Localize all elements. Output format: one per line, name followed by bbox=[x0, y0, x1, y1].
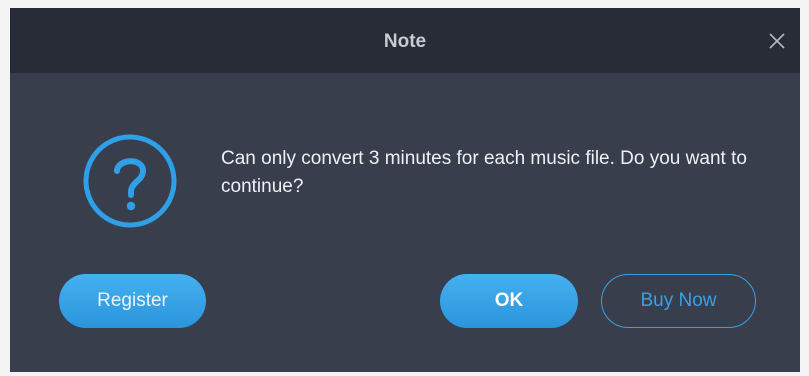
dialog-title: Note bbox=[383, 31, 427, 52]
ok-button[interactable]: OK bbox=[440, 274, 578, 328]
close-icon[interactable] bbox=[767, 31, 787, 51]
question-circle-icon bbox=[82, 133, 178, 229]
dialog-message: Can only convert 3 minutes for each musi… bbox=[221, 148, 747, 197]
buy-now-button[interactable]: Buy Now bbox=[601, 274, 756, 328]
dialog-titlebar: Note bbox=[10, 8, 800, 73]
note-dialog: Note Can only convert 3 minutes for each… bbox=[10, 8, 800, 372]
register-button[interactable]: Register bbox=[59, 274, 206, 328]
